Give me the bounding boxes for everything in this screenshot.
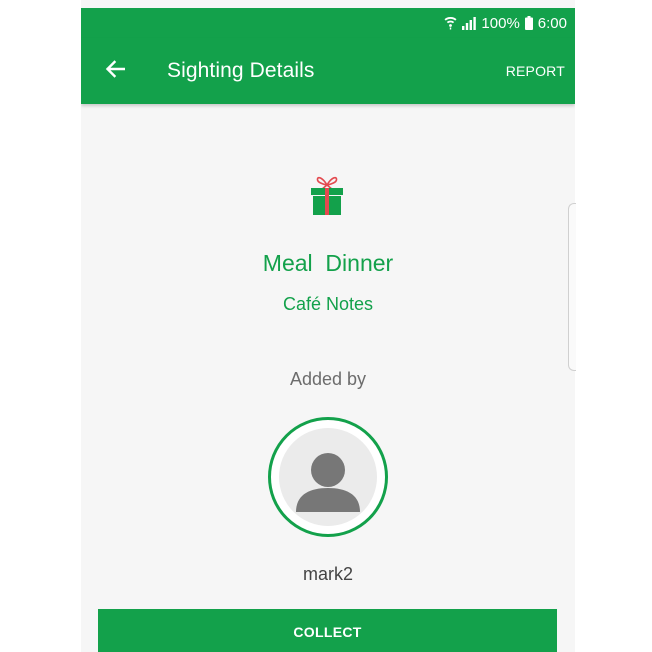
- gift-icon: [309, 172, 345, 216]
- added-by-label: Added by: [289, 369, 367, 389]
- item-title: Meal Dinner: [262, 250, 394, 276]
- page-title: Sighting Details: [167, 59, 315, 82]
- clock: 6:00: [537, 14, 567, 32]
- signal-icon: [462, 16, 477, 30]
- battery-icon: [524, 16, 533, 30]
- report-button[interactable]: REPORT: [506, 62, 565, 80]
- collect-button[interactable]: COLLECT: [98, 609, 557, 652]
- avatar-image: [279, 428, 377, 526]
- scroll-edge: [568, 203, 576, 371]
- username: mark2: [302, 564, 353, 584]
- person-icon: [279, 453, 377, 526]
- status-bar: 100% 6:00: [81, 8, 575, 38]
- back-arrow-icon: [105, 59, 126, 83]
- wifi-icon: [444, 16, 457, 30]
- back-button[interactable]: [101, 58, 129, 84]
- screen: 100% 6:00 Sighting Details REPORT Meal D…: [81, 0, 575, 652]
- avatar[interactable]: [268, 417, 388, 537]
- item-subtitle: Café Notes: [282, 294, 374, 314]
- battery-percent: 100%: [481, 14, 520, 32]
- app-bar: Sighting Details REPORT: [81, 38, 575, 104]
